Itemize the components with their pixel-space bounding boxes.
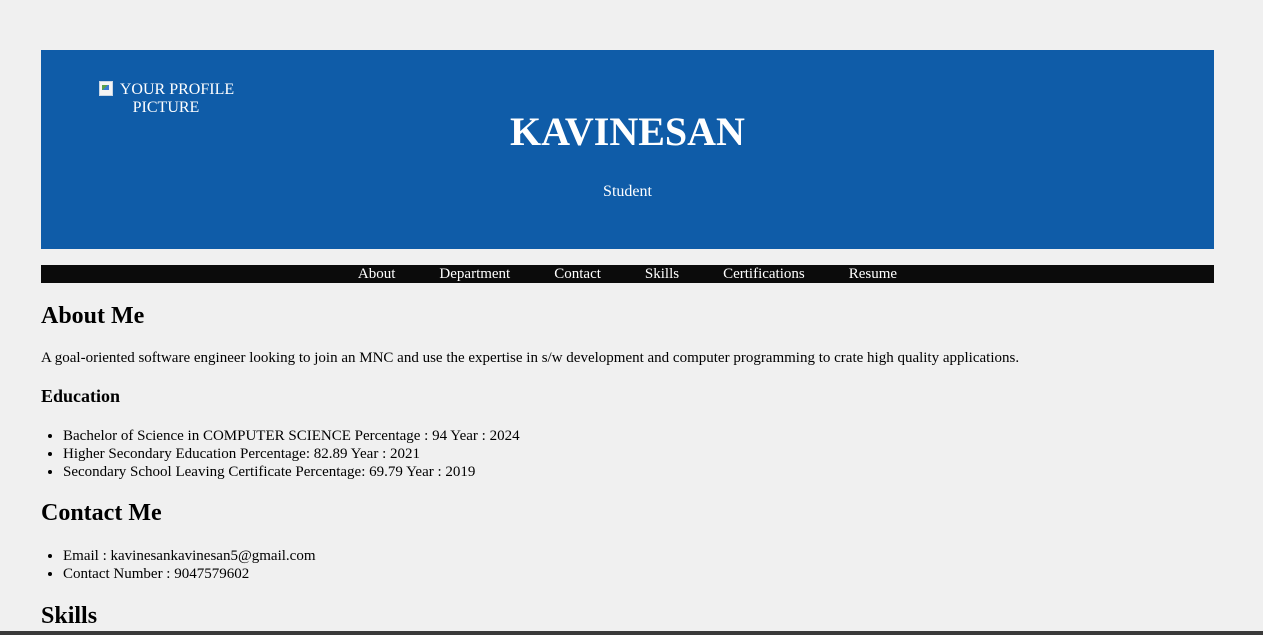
skills-heading: Skills — [41, 603, 98, 629]
profile-header: YOUR PROFILE PICTURE KAVINESAN Student — [41, 50, 1214, 249]
skills-section: Skills — [41, 603, 1214, 630]
about-section: About Me A goal-oriented software engine… — [41, 303, 1214, 481]
contact-heading: Contact Me — [41, 500, 162, 526]
education-item: Higher Secondary Education Percentage: 8… — [63, 445, 1214, 463]
contact-section: Contact Me Email : kavinesankavinesan5@g… — [41, 500, 1214, 583]
about-heading: About Me — [41, 303, 145, 329]
broken-image-icon — [98, 80, 114, 96]
education-list: Bachelor of Science in COMPUTER SCIENCE … — [41, 427, 1214, 481]
contact-list: Email : kavinesankavinesan5@gmail.com Co… — [41, 547, 1214, 583]
nav-link-certifications[interactable]: Certifications — [701, 265, 827, 283]
education-item: Secondary School Leaving Certificate Per… — [63, 463, 1214, 481]
nav-link-about[interactable]: About — [336, 265, 418, 283]
nav-link-contact[interactable]: Contact — [532, 265, 623, 283]
profile-role: Student — [603, 183, 652, 200]
education-heading: Education — [41, 386, 121, 406]
contact-phone: Contact Number : 9047579602 — [63, 565, 1214, 583]
main-nav: About Department Contact Skills Certific… — [41, 265, 1214, 283]
education-item: Bachelor of Science in COMPUTER SCIENCE … — [63, 427, 1214, 445]
nav-link-skills[interactable]: Skills — [623, 265, 701, 283]
nav-link-department[interactable]: Department — [417, 265, 532, 283]
contact-email: Email : kavinesankavinesan5@gmail.com — [63, 547, 1214, 565]
nav-link-resume[interactable]: Resume — [827, 265, 919, 283]
profile-name: KAVINESAN — [510, 109, 745, 154]
about-text: A goal-oriented software engineer lookin… — [41, 350, 1020, 366]
horizontal-scrollbar[interactable] — [0, 631, 1263, 635]
page: YOUR PROFILE PICTURE KAVINESAN Student A… — [41, 50, 1214, 630]
